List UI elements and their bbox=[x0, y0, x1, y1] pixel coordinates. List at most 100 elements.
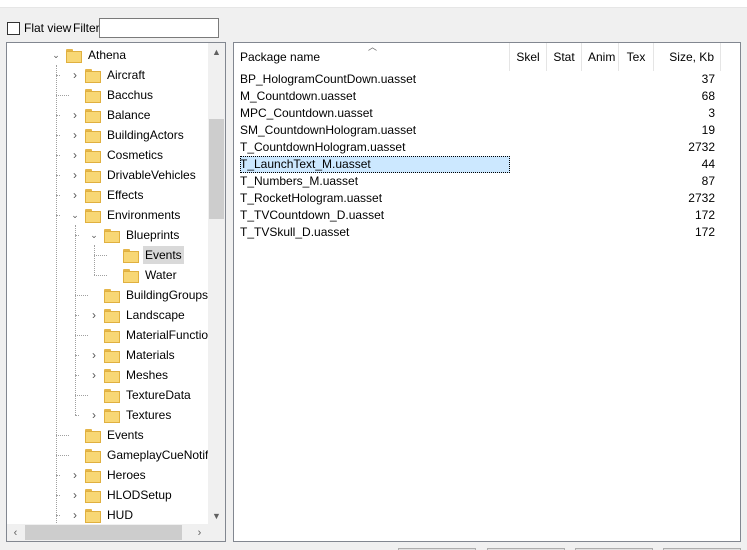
chevron-right-icon[interactable]: › bbox=[89, 308, 99, 322]
tree-connector bbox=[94, 245, 95, 275]
tree-node[interactable]: TextureData bbox=[89, 385, 193, 405]
scroll-down-icon[interactable]: ▼ bbox=[208, 507, 225, 524]
tree-node-label: Events bbox=[143, 246, 184, 264]
tree-node[interactable]: › Textures bbox=[89, 405, 173, 425]
tree-node[interactable]: › HLODSetup bbox=[70, 485, 174, 505]
column-header-anim[interactable]: Anim bbox=[582, 43, 619, 71]
tree-node[interactable]: GameplayCueNotifies bbox=[70, 445, 225, 465]
chevron-right-icon[interactable]: › bbox=[70, 148, 80, 162]
scroll-up-icon[interactable]: ▲ bbox=[208, 43, 225, 60]
chevron-right-icon[interactable]: › bbox=[89, 348, 99, 362]
column-header-tex[interactable]: Tex bbox=[619, 43, 654, 71]
chevron-right-icon[interactable]: › bbox=[70, 168, 80, 182]
tree-connector bbox=[75, 335, 88, 336]
chevron-right-icon[interactable]: › bbox=[70, 488, 80, 502]
folder-icon bbox=[103, 348, 120, 363]
tree-horizontal-scroll-thumb[interactable] bbox=[25, 525, 182, 540]
folder-tree[interactable]: ⌄ Athena › Aircraft Bacchus › Balance › Building… bbox=[6, 42, 226, 542]
tree-node[interactable]: › Materials bbox=[89, 345, 177, 365]
folder-icon bbox=[84, 188, 101, 203]
folder-icon bbox=[84, 488, 101, 503]
tree-node[interactable]: Events bbox=[108, 245, 184, 265]
tree-node-label: Blueprints bbox=[126, 228, 180, 242]
tree-node[interactable]: › Heroes bbox=[70, 465, 148, 485]
tree-node-label: HUD bbox=[107, 508, 133, 522]
chevron-down-icon[interactable]: ⌄ bbox=[51, 49, 61, 61]
tree-node[interactable]: › Cosmetics bbox=[70, 145, 165, 165]
tree-vertical-scroll-thumb[interactable] bbox=[209, 119, 224, 219]
tree-node-label: Events bbox=[107, 428, 144, 442]
column-header-stat[interactable]: Stat bbox=[547, 43, 582, 71]
chevron-right-icon[interactable]: › bbox=[89, 408, 99, 422]
package-name-cell: T_Numbers_M.uasset bbox=[240, 174, 359, 188]
folder-icon bbox=[65, 48, 82, 63]
flat-view-checkbox[interactable] bbox=[7, 21, 20, 35]
chevron-down-icon[interactable]: ⌄ bbox=[89, 229, 99, 241]
tree-node[interactable]: ⌄ Athena bbox=[51, 45, 128, 65]
package-name-cell: BP_HologramCountDown.uasset bbox=[240, 72, 417, 86]
tree-node[interactable]: Bacchus bbox=[70, 85, 155, 105]
tree-connector bbox=[94, 275, 107, 276]
tree-node[interactable]: › Meshes bbox=[89, 365, 170, 385]
tree-node[interactable]: › Effects bbox=[70, 185, 145, 205]
scroll-right-icon[interactable]: › bbox=[191, 524, 208, 541]
tree-node-label: Meshes bbox=[126, 368, 169, 382]
tree-node[interactable]: MaterialFunctions bbox=[89, 325, 223, 345]
size-cell: 2732 bbox=[688, 140, 715, 154]
table-row[interactable]: T_Numbers_M.uasset 87 bbox=[234, 173, 740, 190]
chevron-down-icon[interactable]: ⌄ bbox=[70, 209, 80, 221]
flat-view-toggle[interactable]: Flat view bbox=[7, 21, 71, 35]
table-row[interactable]: T_LaunchText_M.uasset 44 bbox=[234, 156, 740, 173]
tree-node[interactable]: › DrivableVehicles bbox=[70, 165, 198, 185]
chevron-right-icon[interactable]: › bbox=[70, 108, 80, 122]
chevron-right-icon[interactable]: › bbox=[70, 188, 80, 202]
chevron-right-icon[interactable]: › bbox=[70, 468, 80, 482]
table-row[interactable]: T_RocketHologram.uasset 2732 bbox=[234, 190, 740, 207]
folder-icon bbox=[84, 448, 101, 463]
chevron-right-icon[interactable]: › bbox=[70, 68, 80, 82]
tree-node[interactable]: ⌄ Environments bbox=[70, 205, 182, 225]
chevron-right-icon[interactable]: › bbox=[70, 508, 80, 522]
size-cell: 44 bbox=[701, 157, 715, 171]
tree-node[interactable]: Water bbox=[108, 265, 179, 285]
tree-connector bbox=[56, 65, 57, 525]
column-header-skel[interactable]: Skel bbox=[510, 43, 547, 71]
column-header-size[interactable]: Size, Kb bbox=[654, 43, 721, 71]
tree-node[interactable]: › HUD bbox=[70, 505, 135, 525]
title-bar bbox=[0, 0, 747, 8]
tree-node-label: Materials bbox=[126, 348, 175, 362]
tree-node[interactable]: › Aircraft bbox=[70, 65, 147, 85]
tree-node[interactable]: BuildingGroups bbox=[89, 285, 210, 305]
package-name-cell: T_LaunchText_M.uasset bbox=[240, 156, 510, 173]
folder-icon bbox=[84, 508, 101, 523]
tree-node[interactable]: ⌄ Blueprints bbox=[89, 225, 181, 245]
table-row[interactable]: T_TVCountdown_D.uasset 172 bbox=[234, 207, 740, 224]
package-list[interactable]: ︿ Package name Skel Stat Anim Tex Size, … bbox=[233, 42, 741, 542]
tree-node[interactable]: › Landscape bbox=[89, 305, 187, 325]
table-row[interactable]: T_TVSkull_D.uasset 172 bbox=[234, 224, 740, 241]
folder-icon bbox=[84, 68, 101, 83]
tree-node-label: BuildingActors bbox=[107, 128, 184, 142]
table-row[interactable]: BP_HologramCountDown.uasset 37 bbox=[234, 71, 740, 88]
chevron-right-icon[interactable]: › bbox=[70, 128, 80, 142]
tree-vertical-scrollbar[interactable]: ▲ ▼ bbox=[208, 43, 225, 524]
table-row[interactable]: MPC_Countdown.uasset 3 bbox=[234, 105, 740, 122]
tree-horizontal-scrollbar[interactable]: ‹ › bbox=[7, 524, 225, 541]
scrollbar-corner bbox=[208, 524, 225, 541]
tree-node[interactable]: › Balance bbox=[70, 105, 152, 125]
package-name-cell: T_CountdownHologram.uasset bbox=[240, 140, 406, 154]
tree-node[interactable]: Events bbox=[70, 425, 146, 445]
folder-icon bbox=[122, 268, 139, 283]
scroll-left-icon[interactable]: ‹ bbox=[7, 524, 24, 541]
table-row[interactable]: SM_CountdownHologram.uasset 19 bbox=[234, 122, 740, 139]
tree-node-label: Heroes bbox=[107, 468, 146, 482]
chevron-right-icon[interactable]: › bbox=[89, 368, 99, 382]
size-cell: 3 bbox=[708, 106, 715, 120]
tree-node-label: Textures bbox=[126, 408, 172, 422]
filter-input[interactable] bbox=[99, 18, 219, 38]
column-header-package-name[interactable]: Package name bbox=[234, 43, 510, 71]
table-row[interactable]: T_CountdownHologram.uasset 2732 bbox=[234, 139, 740, 156]
table-row[interactable]: M_Countdown.uasset 68 bbox=[234, 88, 740, 105]
package-name-cell: T_RocketHologram.uasset bbox=[240, 191, 383, 205]
tree-node[interactable]: › BuildingActors bbox=[70, 125, 186, 145]
